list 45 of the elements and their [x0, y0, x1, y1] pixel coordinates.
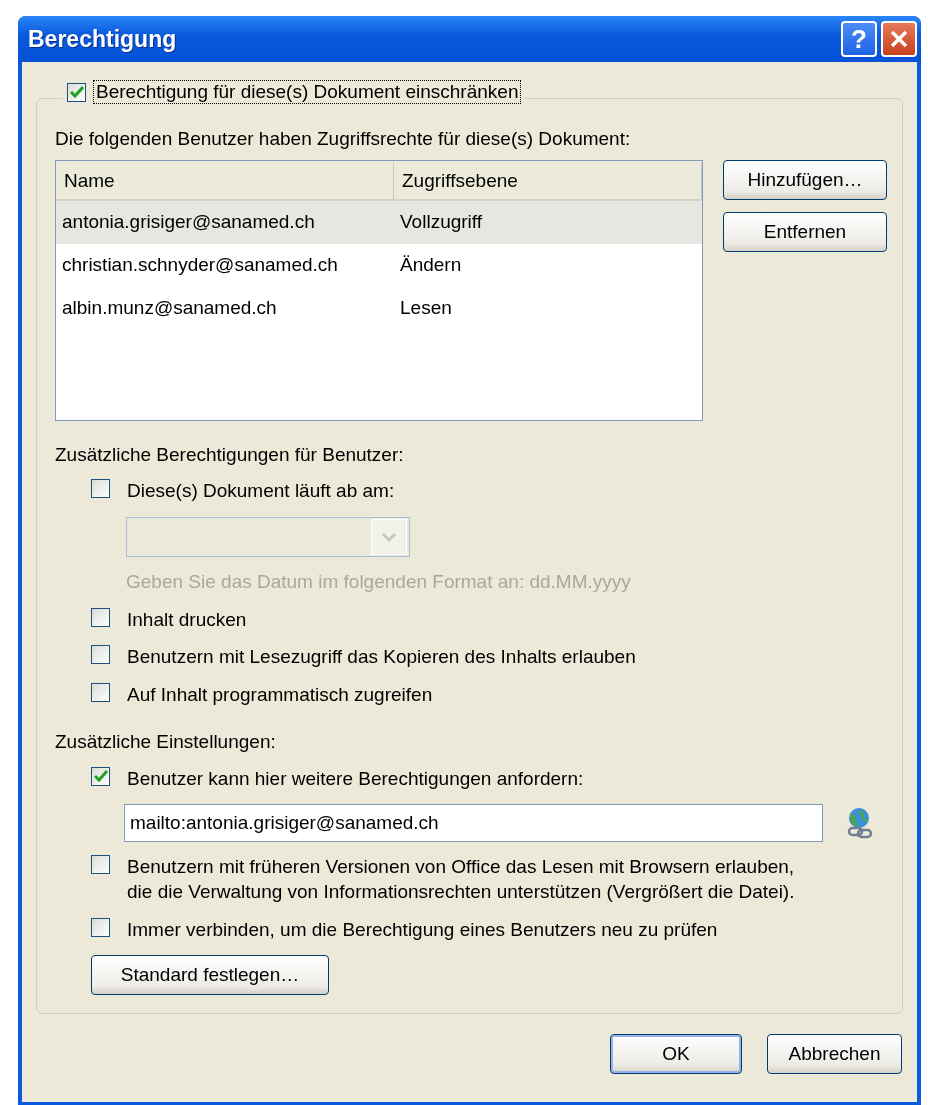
checkbox[interactable] [91, 479, 110, 499]
checkbox[interactable] [91, 917, 110, 937]
request-address-field[interactable]: mailto:antonia.grisiger@sanamed.ch [124, 804, 823, 843]
column-header[interactable]: Zugriffsebene [394, 162, 702, 199]
user-email: albin.munz@sanamed.ch [61, 297, 278, 320]
date-format-hint: Geben Sie das Datum im folgenden Format an: dd.MM.yyyy [126, 571, 631, 593]
column-header[interactable]: Name [56, 162, 394, 199]
close-icon [889, 29, 909, 49]
section-label: Zusätzliche Einstellungen: [55, 729, 277, 754]
close-button[interactable] [881, 21, 917, 57]
user-row[interactable]: antonia.grisiger@sanamed.ch Vollzugriff [56, 200, 702, 244]
window-title: Berechtigung [28, 25, 178, 53]
checkbox-label: Benutzern mit Lesezugriff das Kopieren des Inhalts erlauben [127, 645, 636, 670]
user-email: christian.schnyder@sanamed.ch [61, 254, 339, 277]
check-mark-icon [93, 770, 108, 782]
cancel-button[interactable]: Abbrechen [767, 1034, 902, 1075]
access-level: Ändern [399, 254, 463, 277]
checkbox[interactable] [91, 855, 110, 875]
checkbox[interactable] [67, 82, 86, 102]
access-level: Lesen [399, 297, 453, 320]
user-row[interactable]: christian.schnyder@sanamed.ch Ändern [56, 243, 702, 287]
globe-link-icon[interactable] [845, 807, 875, 840]
checkbox-label: Immer verbinden, um die Berechtigung eines Benutzers neu zu prüfen [127, 917, 718, 942]
access-level: Vollzugriff [399, 211, 484, 234]
checkbox-label: Benutzern mit früheren Versionen von Office das Lesen mit Browsern erlauben, die die Verwaltung von Informationsrechten unterstützen (Vergrößert die Datei). [127, 855, 796, 904]
users-label: Die folgenden Benutzer haben Zugriffsrechte für diese(s) Dokument: [55, 128, 631, 149]
checkbox[interactable] [91, 645, 110, 665]
checkbox[interactable] [91, 766, 110, 786]
user-email: antonia.grisiger@sanamed.ch [61, 211, 316, 234]
checkbox-label: Berechtigung für diese(s) Dokument einschränken [94, 81, 521, 103]
remove-button[interactable]: Entfernen [723, 211, 887, 252]
set-default-button[interactable]: Standard festlegen… [91, 955, 329, 996]
add-button[interactable]: Hinzufügen… [723, 159, 887, 200]
check-mark-icon [69, 86, 84, 98]
checkbox-label: Diese(s) Dokument läuft ab am: [127, 479, 395, 504]
ok-button[interactable]: OK [610, 1034, 742, 1075]
checkbox-label: Benutzer kann hier weitere Berechtigungen anfordern: [127, 766, 584, 791]
checkbox-label: Inhalt drucken [127, 607, 247, 632]
checkbox[interactable] [91, 607, 110, 627]
help-button[interactable]: ? [841, 21, 877, 57]
section-label: Zusätzliche Berechtigungen für Benutzer: [55, 442, 405, 467]
checkbox-label: Auf Inhalt programmatisch zugreifen [127, 683, 433, 708]
user-row[interactable]: albin.munz@sanamed.ch Lesen [56, 286, 702, 330]
chevron-down-icon [381, 532, 397, 543]
checkbox[interactable] [91, 683, 110, 703]
